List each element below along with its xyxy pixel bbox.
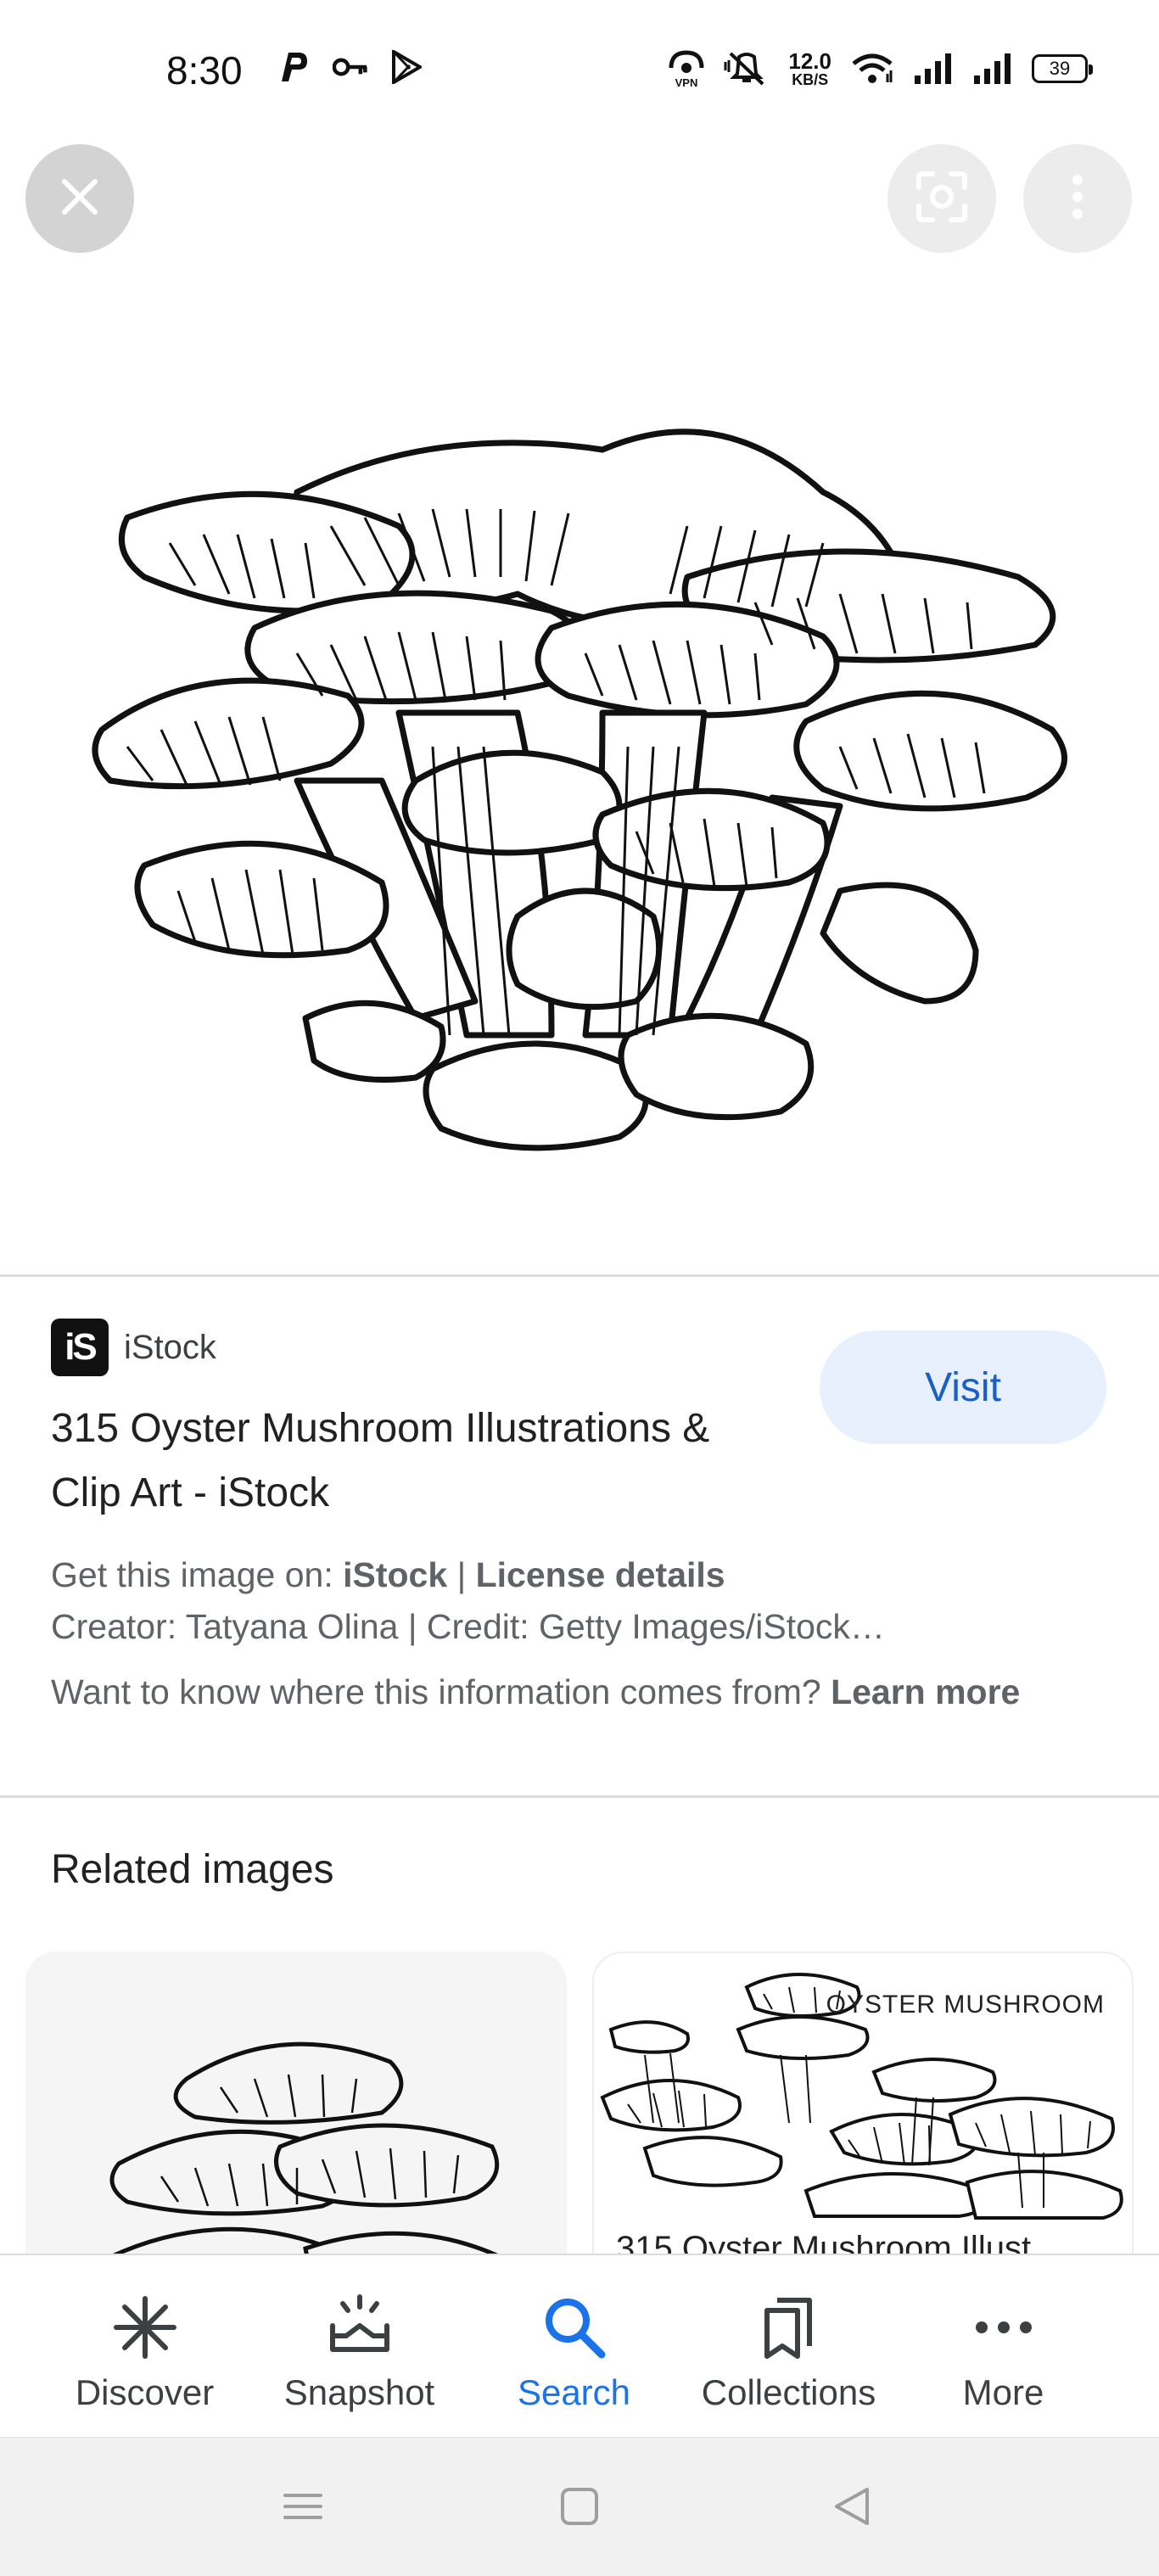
get-image-line: Get this image on: iStock | License deta… [51, 1549, 1120, 1601]
result-info: iS iStock 315 Oyster Mushroom Illustrati… [0, 1278, 1159, 1797]
nav-search[interactable]: Search [467, 2255, 681, 2435]
net-speed-unit: KB/S [792, 71, 829, 88]
key-icon [333, 49, 368, 85]
related-image-thumbnail [108, 2041, 508, 2282]
nav-label: Snapshot [283, 2372, 435, 2412]
card-overlay-text: OYSTER MUSHROOM [826, 1991, 1105, 2019]
more-options-button[interactable] [1023, 144, 1132, 253]
asterisk-icon [111, 2289, 179, 2366]
status-left-icons [277, 49, 424, 85]
nav-label: Collections [701, 2372, 876, 2412]
nav-collections[interactable]: Collections [681, 2255, 896, 2435]
search-icon [540, 2289, 608, 2366]
bookmarks-icon [755, 2289, 823, 2366]
battery-level: 39 [1032, 54, 1093, 83]
wifi-icon [850, 48, 894, 90]
lens-icon [912, 167, 971, 231]
related-image-card[interactable] [25, 1952, 567, 2282]
close-icon [54, 171, 105, 227]
snapshot-icon [326, 2289, 394, 2366]
recents-button[interactable] [273, 2478, 333, 2538]
mushroom-illustration[interactable] [76, 272, 1120, 1222]
bottom-navigation: Discover Snapshot Search Collections Mor… [0, 2254, 1159, 2435]
divider [0, 1274, 1159, 1277]
divider [0, 1795, 1159, 1798]
net-speed-value: 12.0 [788, 48, 831, 74]
system-navigation-bar [0, 2437, 1159, 2576]
nav-snapshot[interactable]: Snapshot [252, 2255, 467, 2435]
play-store-icon [389, 49, 424, 85]
source-logo: iS [51, 1319, 109, 1376]
related-images-title: Related images [51, 1847, 334, 1892]
signal-icon [972, 48, 1013, 90]
home-button[interactable] [550, 2478, 609, 2538]
home-square-icon [558, 2485, 601, 2532]
vpn-icon: VPN [668, 48, 705, 90]
get-image-source-link[interactable]: iStock [343, 1555, 447, 1594]
learn-more-link[interactable]: Learn more [831, 1672, 1020, 1711]
nav-label: Search [517, 2372, 631, 2412]
more-horiz-icon [970, 2289, 1038, 2366]
battery-icon: 39 [1032, 48, 1093, 90]
svg-text:VPN: VPN [675, 76, 698, 88]
license-details-link[interactable]: License details [476, 1555, 725, 1594]
nav-label: More [962, 2372, 1044, 2412]
image-viewer [0, 144, 1159, 1274]
related-image-card[interactable]: OYSTER MUSHROOM 315 Oyster Mushroom Illu… [592, 1952, 1134, 2282]
source-name: iStock [124, 1328, 216, 1366]
creator-line: Creator: Tatyana Olina | Credit: Getty I… [51, 1607, 885, 1646]
result-title[interactable]: 315 Oyster Mushroom Illustrations & Clip… [51, 1397, 755, 1526]
signal-icon [913, 48, 954, 90]
info-source-line: Want to know where this information come… [51, 1666, 1120, 1718]
parking-app-icon [277, 49, 312, 85]
status-time: 8:30 [166, 48, 243, 92]
back-triangle-icon [831, 2485, 874, 2532]
result-meta: Get this image on: iStock | License deta… [51, 1549, 1120, 1718]
more-vert-icon [1069, 171, 1086, 227]
net-speed: 12.0 KB/S [788, 48, 831, 90]
mute-icon [724, 48, 770, 90]
status-bar: 8:30 VPN 12.0 KB/S 39 [0, 0, 1159, 144]
close-button[interactable] [25, 144, 134, 253]
source-row[interactable]: iS iStock [51, 1319, 216, 1376]
back-button[interactable] [823, 2478, 882, 2538]
menu-icon [282, 2485, 324, 2532]
get-image-prefix: Get this image on: [51, 1555, 344, 1594]
visit-button[interactable]: Visit [820, 1330, 1106, 1444]
lens-button[interactable] [887, 144, 996, 253]
status-right-icons: VPN 12.0 KB/S 39 [668, 48, 1093, 90]
info-question: Want to know where this information come… [51, 1672, 831, 1711]
nav-label: Discover [75, 2372, 215, 2412]
nav-more[interactable]: More [896, 2255, 1111, 2435]
nav-discover[interactable]: Discover [37, 2255, 252, 2435]
separator: | [447, 1555, 476, 1594]
